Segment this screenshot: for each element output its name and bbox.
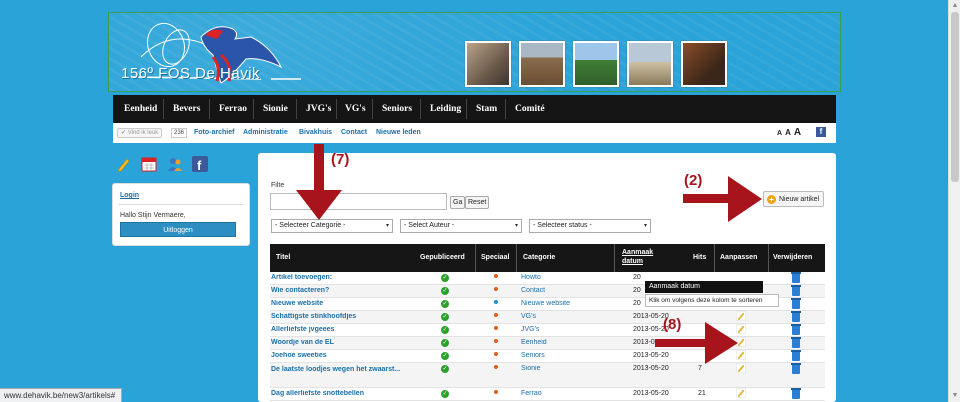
annotation-label-2: (2) xyxy=(684,172,703,189)
annotation-arrows xyxy=(296,144,762,364)
annotation-arrow-2-head xyxy=(728,176,762,222)
annotation-arrow-8-head xyxy=(705,322,738,364)
annotation-arrow-2 xyxy=(683,194,735,203)
annotation-arrow-8 xyxy=(655,339,713,347)
scroll-up-icon[interactable]: ▲ xyxy=(951,2,959,10)
annotation-label-7: (7) xyxy=(331,151,350,168)
annotation-label-8: (8) xyxy=(663,316,682,333)
annotation-arrow-7-head xyxy=(296,190,342,220)
annotation-arrow-7 xyxy=(314,144,324,194)
page-scrollbar[interactable]: ▲ ▼ xyxy=(948,0,960,402)
scrollbar-thumb[interactable] xyxy=(951,12,959,182)
scroll-down-icon[interactable]: ▼ xyxy=(951,392,959,400)
status-bar-url: www.dehavik.be/new3/artikels# xyxy=(0,388,123,402)
